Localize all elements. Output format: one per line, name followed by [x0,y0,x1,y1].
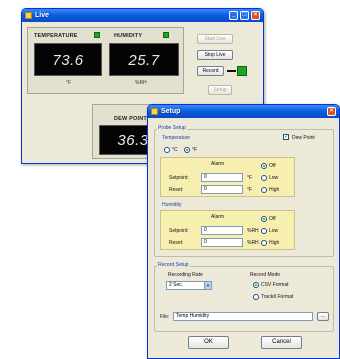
readings-panel: TEMPERATURE 73.6 °F HUMIDITY 25.7 %RH [27,27,184,94]
humidity-setpoint-unit: %RH [247,228,259,234]
recording-rate-value: 2 Sec. [169,282,184,288]
chevron-down-icon[interactable]: ▼ [204,282,211,289]
record-status-led [237,66,247,76]
humidity-alarm-off-label: Off [269,216,276,222]
temperature-alarm-high-radio[interactable] [261,187,267,193]
live-title-bar[interactable]: Live _ □ × [22,9,263,22]
humidity-status-led [163,32,169,38]
csv-format-label: CSV Format [261,282,289,288]
record-mode-label: Record Mode [250,272,281,278]
temperature-alarm-box: Alarm Setpoint: 0 °F Reset: 0 °F Off Low… [160,157,295,197]
close-icon[interactable]: × [327,107,336,116]
humidity-alarm-high-label: High [269,240,280,246]
trackit-format-label: TrackIt Format [261,294,294,300]
file-name-input[interactable]: Temp Humidity [173,312,313,321]
humidity-label: HUMIDITY [114,33,143,39]
humidity-alarm-low-radio[interactable] [261,228,267,234]
setup-button[interactable]: Setup [208,85,232,95]
temperature-alarm-low-radio[interactable] [261,175,267,181]
humidity-alarm-off-radio[interactable] [261,216,267,222]
humidity-alarm-label: Alarm [211,214,225,220]
minimize-icon[interactable]: _ [229,11,238,20]
record-button[interactable]: Record [197,66,224,76]
unit-celsius-label: °C [172,147,178,153]
recording-rate-select[interactable]: 2 Sec. ▼ [166,281,212,290]
humidity-display: 25.7 [109,43,179,76]
file-label: File: [160,314,170,320]
record-setup-label: Record Setup [157,262,190,268]
unit-fahrenheit-radio[interactable] [184,147,190,153]
recording-rate-label: Recording Rate [168,272,203,278]
humidity-reset-input[interactable]: 0 [201,238,243,247]
temperature-alarm-low-label: Low [269,175,279,181]
humidity-setpoint-input[interactable]: 0 [201,226,243,235]
temperature-group-label: Temperature [162,135,191,141]
app-icon [25,12,32,19]
app-icon [151,108,158,115]
close-icon[interactable]: × [251,11,260,20]
temperature-reset-label: Reset: [169,187,184,193]
temperature-alarm-off-radio[interactable] [261,163,267,169]
temperature-display: 73.6 [34,43,102,76]
cancel-button[interactable]: Cancel [261,336,302,349]
temperature-alarm-high-label: High [269,187,280,193]
temperature-alarm-label: Alarm [211,161,225,167]
temperature-unit: °F [66,80,72,86]
csv-format-radio[interactable] [253,282,259,288]
humidity-alarm-low-label: Low [269,228,279,234]
temperature-status-led [94,32,100,38]
live-title: Live [35,12,50,19]
dew-point-label: DEW POINT [114,116,147,122]
stop-live-button[interactable]: Stop Live [197,50,233,60]
setup-title-bar[interactable]: Setup × [148,105,339,118]
setup-window: Setup × Probe Setup Temperature °C °F ✓ … [147,104,340,359]
temperature-setpoint-unit: °F [247,175,253,181]
dew-point-checkbox[interactable]: ✓ [283,134,289,140]
start-live-button[interactable]: Start Live [197,34,233,44]
setup-title: Setup [161,108,181,115]
humidity-reset-label: Reset: [169,240,184,246]
unit-celsius-radio[interactable] [164,147,170,153]
temperature-setpoint-label: Setpoint: [169,175,189,181]
record-indicator-line [227,70,236,72]
dew-point-checkbox-label: Dew Point [292,135,315,141]
humidity-reset-unit: %RH [247,240,259,246]
temperature-reset-input[interactable]: 0 [201,185,243,194]
humidity-alarm-high-radio[interactable] [261,240,267,246]
humidity-unit: %RH [135,80,147,86]
ok-button[interactable]: OK [188,336,229,349]
browse-button[interactable]: ... [317,312,329,321]
humidity-group-label: Humidity [162,202,182,208]
probe-setup-label: Probe Setup [157,125,187,131]
humidity-setpoint-label: Setpoint: [169,228,189,234]
unit-fahrenheit-label: °F [192,147,198,153]
maximize-icon[interactable]: □ [240,11,249,20]
trackit-format-radio[interactable] [253,294,259,300]
humidity-alarm-box: Alarm Setpoint: 0 %RH Reset: 0 %RH Off L… [160,210,295,250]
temperature-reset-unit: °F [247,187,253,193]
temperature-label: TEMPERATURE [34,33,78,39]
temperature-setpoint-input[interactable]: 0 [201,173,243,182]
temperature-alarm-off-label: Off [269,163,276,169]
